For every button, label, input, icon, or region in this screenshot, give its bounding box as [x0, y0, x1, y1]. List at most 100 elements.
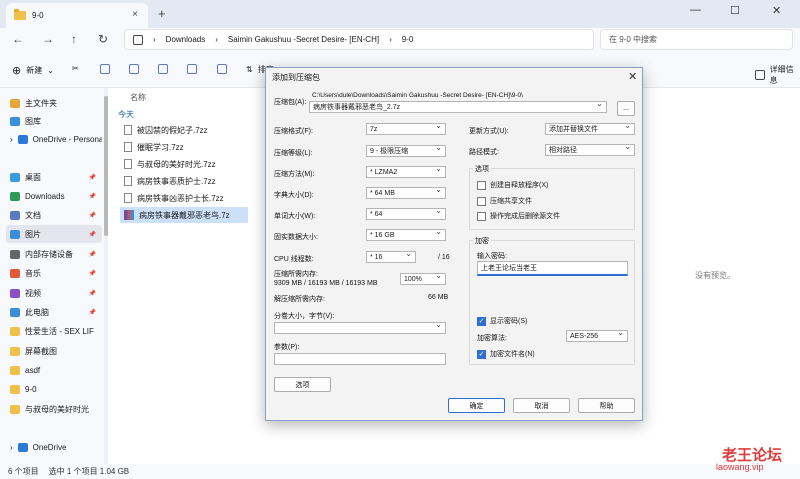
sidebar-item-documents[interactable]: 文档 📌: [6, 206, 102, 224]
forward-button[interactable]: →: [42, 32, 54, 46]
shared-files-label: 压缩共享文件: [490, 198, 532, 205]
path-mode-select[interactable]: 相对路径: [545, 144, 635, 156]
dialog-title: 添加到压缩包: [272, 73, 320, 82]
sidebar-item-internal-storage[interactable]: 内部存储设备 📌: [6, 245, 102, 263]
sidebar-item-onedrive[interactable]: › OneDrive: [6, 438, 102, 456]
sidebar-item-home[interactable]: 主文件夹: [6, 94, 102, 112]
file-item[interactable]: 催眠学习.7zz: [120, 139, 248, 155]
delete-after-checkbox[interactable]: 操作完成后删除源文件: [477, 211, 560, 221]
title-bar: 9-0 × + — ☐ ✕: [0, 0, 800, 28]
cpu-select[interactable]: * 16: [366, 251, 416, 263]
file-name: 催眠学习.7zz: [137, 142, 184, 152]
folder-icon: [10, 346, 20, 356]
maximize-button[interactable]: ☐: [730, 4, 740, 17]
column-header-name[interactable]: 名称: [130, 92, 146, 103]
breadcrumb-9-0[interactable]: 9-0: [402, 35, 414, 44]
delete-icon[interactable]: [217, 64, 227, 74]
sidebar-item-folder-sex-life[interactable]: 性爱生活 - SEX LIF: [6, 322, 102, 340]
sidebar-item-9-0[interactable]: 9-0: [6, 380, 102, 398]
sidebar-label: 与叔母的美好时光: [25, 404, 89, 414]
pictures-icon: [10, 229, 20, 239]
show-password-checkbox[interactable]: ✓ 显示密码(S): [477, 316, 527, 326]
update-value: 添加并替换文件: [549, 126, 598, 133]
selection-info: 选中 1 个项目 1.04 GB: [48, 467, 130, 476]
sidebar-label: 文档: [25, 210, 41, 220]
window-close-button[interactable]: ✕: [772, 4, 781, 17]
dialog-close-button[interactable]: ✕: [628, 70, 637, 83]
solid-select[interactable]: * 16 GB: [366, 229, 446, 241]
file-item[interactable]: 病房铁事凶恶护士长.7zz: [120, 190, 248, 206]
shared-files-checkbox[interactable]: 压缩共享文件: [477, 196, 532, 206]
show-password-label: 显示密码(S): [490, 318, 528, 325]
rename-icon[interactable]: [158, 64, 168, 74]
new-tab-button[interactable]: +: [158, 6, 166, 21]
plus-icon: ⊕: [12, 65, 22, 77]
update-select[interactable]: 添加并替换文件: [545, 123, 635, 135]
new-button[interactable]: ⊕ 新建 ⌄: [12, 64, 54, 77]
share-icon[interactable]: [187, 64, 197, 74]
file-item[interactable]: 被囚禁的假妃子.7zz: [120, 122, 248, 138]
sidebar-item-this-pc[interactable]: 此电脑 📌: [6, 303, 102, 321]
address-bar[interactable]: › Downloads › Saimin Gakushuu -Secret De…: [124, 29, 594, 50]
sidebar-item-onedrive-personal[interactable]: › OneDrive - Personal: [6, 130, 102, 148]
archive-name-combo[interactable]: 病房铁事器戴邪恶老鸟_2.7z: [309, 101, 607, 113]
file-item-selected[interactable]: 病房铁事器戴邪恶老鸟.7z: [120, 207, 248, 223]
method-select[interactable]: * LZMA2: [366, 166, 446, 178]
tab-close-icon[interactable]: ×: [132, 9, 138, 20]
dict-select[interactable]: * 64 MB: [366, 187, 446, 199]
cancel-button[interactable]: 取消: [513, 398, 570, 413]
encrypt-filenames-checkbox[interactable]: ✓ 加密文件名(N): [477, 349, 535, 359]
breadcrumb-saimin[interactable]: Saimin Gakushuu -Secret Desire- [EN-CH]: [228, 35, 379, 44]
file-item[interactable]: 与叔母的美好时光.7zz: [120, 156, 248, 172]
options-button[interactable]: 选项: [274, 377, 331, 392]
encryption-method-select[interactable]: AES-256: [566, 330, 628, 342]
tab-label: 9-0: [32, 11, 44, 20]
sidebar-item-aunt-folder[interactable]: 与叔母的美好时光: [6, 400, 102, 418]
sidebar-label: 内部存储设备: [25, 249, 73, 259]
sidebar-item-asdf[interactable]: asdf: [6, 361, 102, 379]
sidebar-item-pictures[interactable]: 图片 📌: [6, 225, 102, 243]
sidebar-item-screenshots[interactable]: 屏幕截图: [6, 342, 102, 360]
format-select[interactable]: 7z: [366, 123, 446, 135]
sfx-checkbox[interactable]: 创建自释放程序(X): [477, 180, 548, 190]
sidebar-item-desktop[interactable]: 桌面 📌: [6, 168, 102, 186]
tab-9-0[interactable]: 9-0 ×: [6, 3, 148, 28]
download-icon: [10, 191, 20, 201]
navigation-bar: ← → ↑ ↻ › Downloads › Saimin Gakushuu -S…: [0, 28, 800, 52]
file-icon: [124, 142, 132, 152]
sidebar-item-downloads[interactable]: Downloads 📌: [6, 187, 102, 205]
breadcrumb-downloads[interactable]: Downloads: [166, 35, 206, 44]
password-input[interactable]: 上老王论坛当老王: [477, 261, 628, 276]
copy-icon[interactable]: [100, 64, 110, 74]
refresh-button[interactable]: ↻: [98, 32, 108, 46]
browse-button[interactable]: ...: [617, 101, 635, 116]
minimize-button[interactable]: —: [690, 4, 701, 16]
search-input[interactable]: 在 9-0 中搜索: [600, 29, 793, 50]
file-item[interactable]: 病房铁事恶质护士.7zz: [120, 173, 248, 189]
sidebar-label: OneDrive - Personal: [32, 134, 102, 144]
help-button[interactable]: 帮助: [578, 398, 635, 413]
file-name: 与叔母的美好时光.7zz: [137, 159, 216, 169]
word-select[interactable]: * 64: [366, 208, 446, 220]
paste-icon[interactable]: [129, 64, 139, 74]
ok-button[interactable]: 确定: [448, 398, 505, 413]
details-label: 详细信息: [769, 65, 794, 85]
params-input[interactable]: [274, 353, 446, 365]
group-header-today[interactable]: 今天: [118, 109, 134, 120]
cpu-value: * 16: [370, 253, 383, 261]
sidebar-item-music[interactable]: 音乐 📌: [6, 264, 102, 282]
file-name: 病房铁事器戴邪恶老鸟.7z: [139, 210, 230, 220]
back-button[interactable]: ←: [12, 32, 24, 46]
memory-percent-select[interactable]: 100%: [400, 273, 446, 285]
options-group-label: 选项: [473, 164, 491, 174]
up-button[interactable]: ↑: [71, 32, 77, 46]
details-button[interactable]: 详细信息: [755, 64, 800, 86]
sidebar-item-gallery[interactable]: 图库: [6, 112, 102, 130]
checkbox-box: [477, 196, 486, 206]
music-icon: [10, 268, 20, 278]
file-icon: [124, 159, 132, 169]
split-select[interactable]: [274, 322, 446, 334]
level-select[interactable]: 9 - 极限压缩: [366, 145, 446, 157]
cut-icon[interactable]: ✂: [72, 64, 79, 73]
sidebar-item-videos[interactable]: 视频 📌: [6, 284, 102, 302]
